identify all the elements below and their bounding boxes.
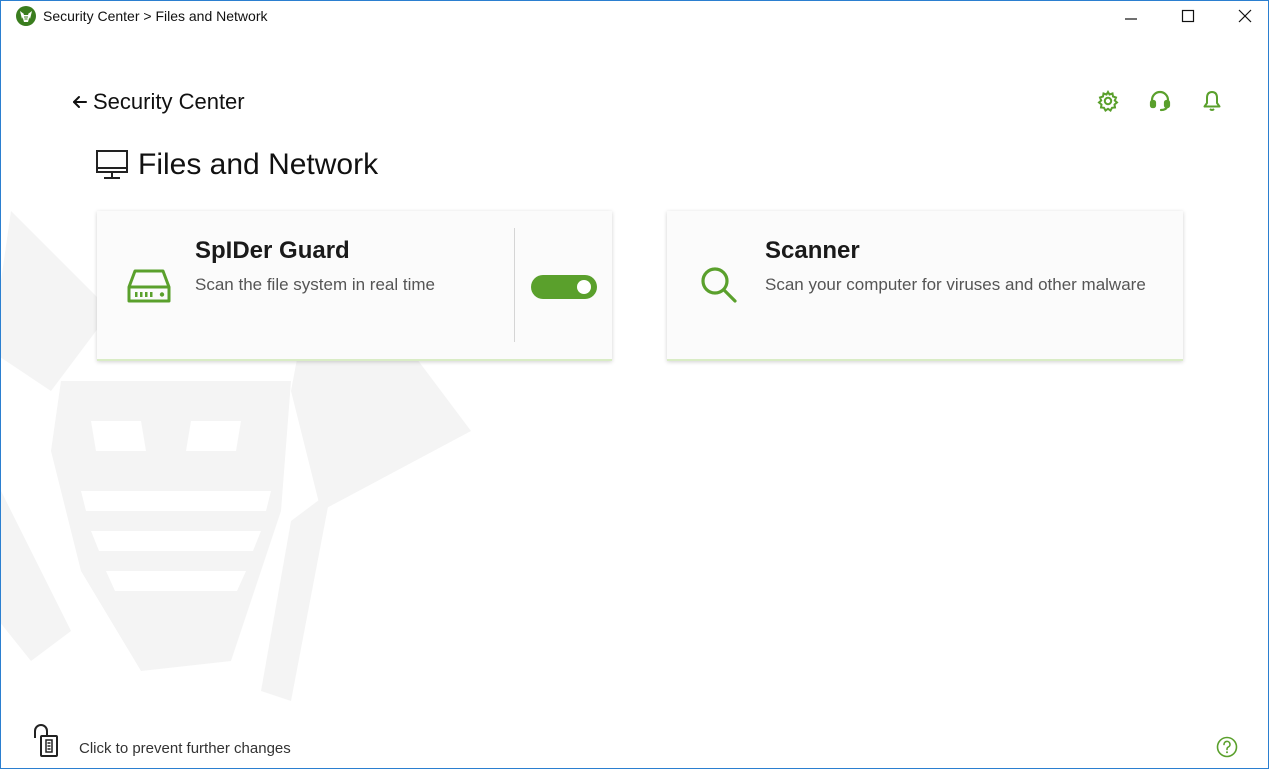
utility-toolbar bbox=[1094, 87, 1226, 115]
close-button[interactable] bbox=[1222, 1, 1268, 31]
notifications-bell-icon[interactable] bbox=[1198, 87, 1226, 115]
spider-guard-toggle[interactable] bbox=[531, 275, 597, 299]
settings-gear-icon[interactable] bbox=[1094, 87, 1122, 115]
hard-drive-icon bbox=[125, 261, 173, 309]
window-title: Security Center > Files and Network bbox=[43, 8, 268, 24]
spider-guard-description: Scan the file system in real time bbox=[195, 275, 435, 294]
maximize-icon bbox=[1181, 9, 1195, 23]
window-controls bbox=[1108, 1, 1268, 31]
magnifier-icon bbox=[695, 261, 743, 309]
spider-guard-title: SpIDer Guard bbox=[195, 237, 350, 264]
help-icon[interactable] bbox=[1216, 736, 1238, 758]
app-window: Security Center > Files and Network Secu… bbox=[0, 0, 1269, 769]
spider-guard-card[interactable]: SpIDer Guard Scan the file system in rea… bbox=[97, 211, 612, 361]
monitor-icon bbox=[94, 147, 130, 183]
card-divider bbox=[514, 228, 515, 342]
scanner-title: Scanner bbox=[765, 237, 860, 264]
maximize-button[interactable] bbox=[1165, 1, 1211, 31]
unlocked-padlock-icon bbox=[34, 724, 58, 757]
lock-settings-toggle[interactable]: Click to prevent further changes bbox=[31, 722, 291, 758]
back-link-security-center[interactable]: Security Center bbox=[71, 89, 245, 115]
page-title-label: Files and Network bbox=[138, 148, 379, 181]
minimize-button[interactable] bbox=[1108, 1, 1154, 31]
dr-web-logo-icon bbox=[16, 6, 36, 26]
toggle-knob bbox=[577, 280, 591, 294]
back-arrow-icon bbox=[71, 93, 89, 111]
support-headset-icon[interactable] bbox=[1146, 87, 1174, 115]
back-link-label: Security Center bbox=[93, 89, 245, 114]
minimize-icon bbox=[1125, 18, 1137, 20]
scanner-description: Scan your computer for viruses and other… bbox=[765, 275, 1146, 294]
lock-status-text: Click to prevent further changes bbox=[79, 740, 291, 757]
title-bar: Security Center > Files and Network bbox=[1, 1, 1268, 31]
page-title: Files and Network bbox=[94, 147, 378, 183]
close-icon bbox=[1238, 9, 1252, 23]
scanner-card[interactable]: Scanner Scan your computer for viruses a… bbox=[667, 211, 1183, 361]
